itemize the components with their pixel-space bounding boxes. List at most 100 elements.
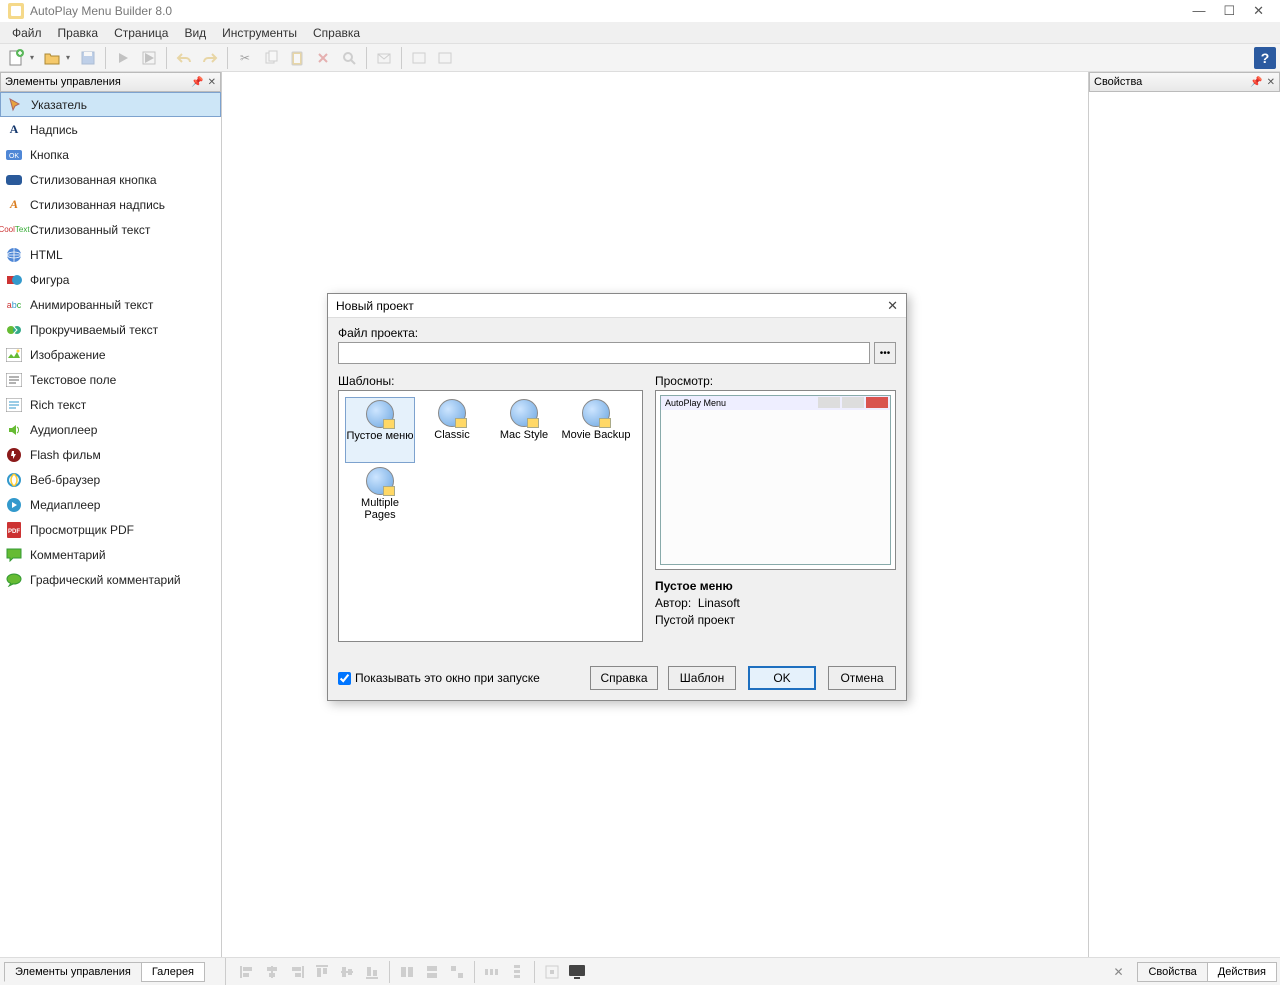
controls-panel-title: Элементы управления — [5, 76, 121, 88]
maximize-button[interactable]: ☐ — [1223, 3, 1235, 19]
menu-file[interactable]: Файл — [4, 24, 50, 42]
template-button[interactable]: Шаблон — [668, 666, 736, 690]
tool-pointer[interactable]: Указатель — [0, 92, 221, 117]
properties-panel-header: Свойства 📌 ✕ — [1089, 72, 1280, 92]
mail-button[interactable] — [372, 46, 396, 70]
cancel-button[interactable]: Отмена — [828, 666, 896, 690]
dialog-close-button[interactable]: ✕ — [887, 298, 898, 314]
find-button[interactable] — [337, 46, 361, 70]
preview-meta: Пустое меню Автор: Linasoft Пустой проек… — [655, 578, 896, 628]
new-dropdown[interactable]: ▾ — [30, 53, 38, 62]
cut-button[interactable]: ✂ — [233, 46, 257, 70]
menu-tools[interactable]: Инструменты — [214, 24, 305, 42]
menu-edit[interactable]: Правка — [50, 24, 107, 42]
template-mac[interactable]: Mac Style — [489, 397, 559, 463]
center-page-icon[interactable] — [541, 961, 563, 983]
paste-button[interactable] — [285, 46, 309, 70]
pin-icon[interactable]: 📌 — [191, 77, 203, 88]
new-button[interactable] — [4, 46, 28, 70]
template-movie[interactable]: Movie Backup — [561, 397, 631, 463]
align-center-h-icon[interactable] — [261, 961, 283, 983]
label-icon: A — [6, 122, 22, 138]
tool-pdf[interactable]: PDFПросмотрщик PDF — [0, 517, 221, 542]
preview-box: AutoPlay Menu — [655, 390, 896, 570]
titlebar: AutoPlay Menu Builder 8.0 — ☐ ✕ — [0, 0, 1280, 22]
tab-properties[interactable]: Свойства — [1137, 962, 1207, 982]
dialog-title: Новый проект — [336, 299, 414, 313]
shape-icon — [6, 272, 22, 288]
template-empty[interactable]: Пустое меню — [345, 397, 415, 463]
same-size-icon[interactable] — [446, 961, 468, 983]
tab-controls[interactable]: Элементы управления — [4, 962, 142, 982]
pin-icon[interactable]: 📌 — [1250, 77, 1262, 88]
align-bottom-icon[interactable] — [361, 961, 383, 983]
close-button[interactable]: ✕ — [1253, 3, 1264, 19]
show-on-start-checkbox[interactable] — [338, 672, 351, 685]
distribute-h-icon[interactable] — [481, 961, 503, 983]
redo-button[interactable] — [198, 46, 222, 70]
preview-desc: Пустой проект — [655, 612, 896, 629]
tool-html[interactable]: HTML — [0, 242, 221, 267]
open-dropdown[interactable]: ▾ — [66, 53, 74, 62]
tool-label[interactable]: AНадпись — [0, 117, 221, 142]
menu-view[interactable]: Вид — [176, 24, 214, 42]
ok-button[interactable]: OK — [748, 666, 816, 690]
preview-name: Пустое меню — [655, 578, 896, 595]
panel-close-icon[interactable]: ✕ — [208, 77, 216, 88]
open-button[interactable] — [40, 46, 64, 70]
tool-scroll-text[interactable]: Прокручиваемый текст — [0, 317, 221, 342]
copy-button[interactable] — [259, 46, 283, 70]
page-prev-button[interactable] — [407, 46, 431, 70]
tool-richtext[interactable]: Rich текст — [0, 392, 221, 417]
tool-shape[interactable]: Фигура — [0, 267, 221, 292]
tab-gallery[interactable]: Галерея — [141, 962, 205, 982]
browse-button[interactable]: ••• — [874, 342, 896, 364]
tool-image[interactable]: Изображение — [0, 342, 221, 367]
minimize-button[interactable]: — — [1192, 3, 1205, 19]
tool-animated-text[interactable]: abcАнимированный текст — [0, 292, 221, 317]
tool-webbrowser[interactable]: Веб-браузер — [0, 467, 221, 492]
template-list: Пустое меню Classic Mac Style Movie Back… — [338, 390, 643, 642]
tool-styled-label[interactable]: AСтилизованная надпись — [0, 192, 221, 217]
menu-page[interactable]: Страница — [106, 24, 176, 42]
tool-textbox[interactable]: Текстовое поле — [0, 367, 221, 392]
preview-button[interactable] — [111, 46, 135, 70]
tool-list: Указатель AНадпись OKКнопка Стилизованна… — [0, 92, 221, 957]
tool-mediaplayer[interactable]: Медиаплеер — [0, 492, 221, 517]
panel-close-icon[interactable]: ✕ — [1267, 77, 1275, 88]
align-center-v-icon[interactable] — [336, 961, 358, 983]
scroll-text-icon — [6, 322, 22, 338]
dialog-titlebar: Новый проект ✕ — [328, 294, 906, 318]
show-on-start-row[interactable]: Показывать это окно при запуске — [338, 671, 580, 685]
tool-comment[interactable]: Комментарий — [0, 542, 221, 567]
distribute-v-icon[interactable] — [506, 961, 528, 983]
tool-audio[interactable]: Аудиоплеер — [0, 417, 221, 442]
show-on-start-label: Показывать это окно при запуске — [355, 671, 540, 685]
delete-button[interactable] — [311, 46, 335, 70]
help-button[interactable]: ? — [1254, 47, 1276, 69]
tool-flash[interactable]: Flash фильм — [0, 442, 221, 467]
pointer-icon — [7, 97, 23, 113]
undo-button[interactable] — [172, 46, 196, 70]
align-left-icon[interactable] — [236, 961, 258, 983]
template-multiple[interactable]: Multiple Pages — [345, 465, 415, 531]
build-button[interactable] — [137, 46, 161, 70]
template-classic[interactable]: Classic — [417, 397, 487, 463]
close-pane-icon[interactable]: ✕ — [1109, 963, 1127, 981]
browser-icon — [6, 472, 22, 488]
save-button[interactable] — [76, 46, 100, 70]
help-dialog-button[interactable]: Справка — [590, 666, 658, 690]
same-height-icon[interactable] — [421, 961, 443, 983]
tool-graphic-comment[interactable]: Графический комментарий — [0, 567, 221, 592]
same-width-icon[interactable] — [396, 961, 418, 983]
screen-icon[interactable] — [566, 961, 588, 983]
project-file-input[interactable] — [338, 342, 870, 364]
menu-help[interactable]: Справка — [305, 24, 368, 42]
tool-styled-text[interactable]: CoolTextСтилизованный текст — [0, 217, 221, 242]
align-right-icon[interactable] — [286, 961, 308, 983]
page-next-button[interactable] — [433, 46, 457, 70]
align-top-icon[interactable] — [311, 961, 333, 983]
tool-button[interactable]: OKКнопка — [0, 142, 221, 167]
tool-styled-button[interactable]: Стилизованная кнопка — [0, 167, 221, 192]
tab-actions[interactable]: Действия — [1207, 962, 1277, 982]
